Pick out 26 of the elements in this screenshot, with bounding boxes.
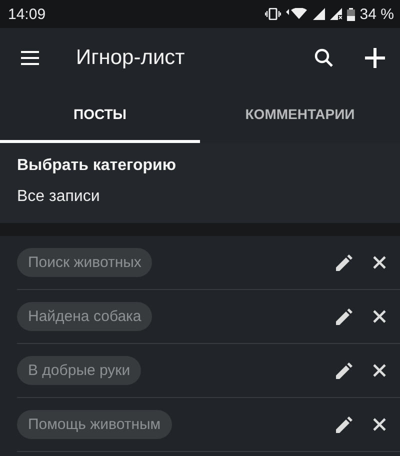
clock-time: 14:09 bbox=[8, 6, 46, 22]
tag-chip: Найдена собака bbox=[17, 302, 152, 331]
wifi-icon bbox=[286, 8, 308, 20]
edit-button[interactable] bbox=[336, 416, 353, 433]
search-button[interactable] bbox=[314, 48, 334, 68]
screen-title: Игнор-лист bbox=[76, 46, 186, 70]
edit-button[interactable] bbox=[336, 362, 353, 379]
signal-icon bbox=[312, 8, 325, 20]
vibrate-icon bbox=[264, 8, 281, 20]
edit-button[interactable] bbox=[336, 254, 353, 271]
delete-button[interactable] bbox=[373, 256, 386, 269]
delete-button[interactable] bbox=[373, 418, 386, 431]
edit-button[interactable] bbox=[336, 308, 353, 325]
category-value: Все записи bbox=[17, 188, 101, 206]
tag-chip: Поиск животных bbox=[17, 248, 152, 277]
signal-icon bbox=[330, 8, 342, 20]
category-heading: Выбрать категорию bbox=[17, 157, 178, 175]
tag-chip: Помощь животным bbox=[17, 410, 172, 439]
tag-chip: В добрые руки bbox=[17, 356, 142, 385]
battery-icon bbox=[346, 8, 355, 20]
battery-percent: 34 % bbox=[360, 6, 394, 22]
add-button[interactable] bbox=[364, 47, 386, 69]
delete-button[interactable] bbox=[373, 364, 386, 377]
tab[interactable]: КОММЕНТАРИИ bbox=[200, 88, 400, 143]
menu-button[interactable] bbox=[20, 51, 40, 65]
delete-button[interactable] bbox=[373, 310, 386, 323]
